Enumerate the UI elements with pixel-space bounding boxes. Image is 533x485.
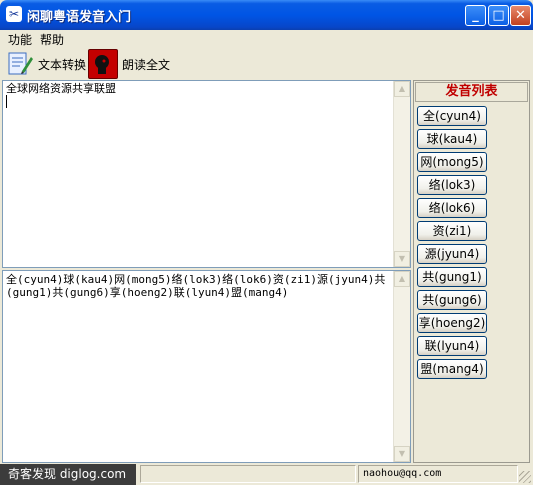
app-icon[interactable]: ✂ xyxy=(6,6,22,22)
status-email: naohou@qq.com xyxy=(358,465,518,483)
maximize-button[interactable]: □ xyxy=(488,5,509,26)
input-scrollbar[interactable]: ▲ ▼ xyxy=(393,81,410,267)
pronunciation-button[interactable]: 络(lok3) xyxy=(417,175,487,195)
output-text: 全(cyun4)球(kau4)网(mong5)络(lok3)络(lok6)资(z… xyxy=(6,273,386,299)
pronunciation-panel: 发音列表 全(cyun4) 球(kau4) 网(mong5) 络(lok3) 络… xyxy=(413,80,530,463)
watermark: 奇客发现 diglog.com xyxy=(0,464,136,485)
output-scrollbar[interactable]: ▲ ▼ xyxy=(393,271,410,462)
window-title: 闲聊粤语发音入门 xyxy=(27,10,132,25)
input-textarea[interactable]: 全球网络资源共享联盟 ▲ ▼ xyxy=(2,80,411,268)
pronunciation-button[interactable]: 网(mong5) xyxy=(417,152,487,172)
pronunciation-button[interactable]: 资(zi1) xyxy=(417,221,487,241)
document-pencil-icon xyxy=(6,49,34,77)
resize-grip-icon[interactable] xyxy=(519,471,531,483)
menu-bar: 功能 帮助 xyxy=(0,30,533,48)
minimize-button[interactable]: _ xyxy=(465,5,486,26)
pronunciation-button[interactable]: 享(hoeng2) xyxy=(417,313,487,333)
menu-function[interactable]: 功能 xyxy=(8,31,32,48)
pronunciation-button[interactable]: 球(kau4) xyxy=(417,129,487,149)
title-bar[interactable]: ✂ 闲聊粤语发音入门 _ □ ✕ xyxy=(0,0,533,30)
scroll-up-icon[interactable]: ▲ xyxy=(394,271,410,287)
text-convert-button[interactable]: 文本转换 xyxy=(4,48,87,78)
read-all-button[interactable]: 朗读全文 xyxy=(88,48,171,79)
output-textarea[interactable]: 全(cyun4)球(kau4)网(mong5)络(lok3)络(lok6)资(z… xyxy=(2,270,411,463)
scroll-down-icon[interactable]: ▼ xyxy=(394,446,410,462)
input-text: 全球网络资源共享联盟 xyxy=(6,82,116,95)
text-convert-label: 文本转换 xyxy=(38,58,87,72)
status-cell-main xyxy=(140,465,356,483)
pronunciation-button[interactable]: 盟(mang4) xyxy=(417,359,487,379)
menu-help[interactable]: 帮助 xyxy=(40,31,64,48)
close-button[interactable]: ✕ xyxy=(510,5,531,26)
pronunciation-button[interactable]: 共(gung6) xyxy=(417,290,487,310)
toolbar: 文本转换 朗读全文 xyxy=(0,48,533,80)
pronunciation-button[interactable]: 全(cyun4) xyxy=(417,106,487,126)
pronunciation-button[interactable]: 共(gung1) xyxy=(417,267,487,287)
speaker-head-icon xyxy=(88,49,118,79)
pronunciation-list-header: 发音列表 xyxy=(415,82,528,102)
pronunciation-button[interactable]: 络(lok6) xyxy=(417,198,487,218)
scroll-down-icon[interactable]: ▼ xyxy=(394,251,410,267)
pronunciation-button[interactable]: 联(lyun4) xyxy=(417,336,487,356)
read-all-label: 朗读全文 xyxy=(122,58,171,72)
text-caret xyxy=(6,95,7,108)
scroll-up-icon[interactable]: ▲ xyxy=(394,81,410,97)
pronunciation-button[interactable]: 源(jyun4) xyxy=(417,244,487,264)
